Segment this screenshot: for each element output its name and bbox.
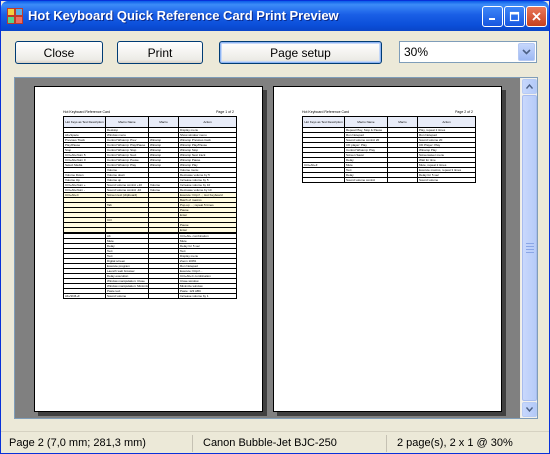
table-row: Alt+Shift+F Sound volume Increase volume b… bbox=[63, 293, 237, 299]
column-header: Hot Keys as Text Description bbox=[63, 116, 106, 128]
zoom-value: 30% bbox=[404, 45, 429, 59]
status-bar: Page 2 (7,0 mm; 281,3 mm) Canon Bubble-J… bbox=[1, 431, 549, 453]
page-header-left: Hot Keyboard Reference Card bbox=[302, 110, 350, 114]
chevron-up-icon bbox=[526, 84, 533, 89]
window-title: Hot Keyboard Quick Reference Card Print … bbox=[28, 8, 339, 23]
scroll-thumb[interactable] bbox=[522, 95, 537, 401]
column-header: Macro Name bbox=[105, 116, 149, 128]
page-header-left: Hot Keyboard Reference Card bbox=[63, 110, 111, 114]
vertical-scrollbar[interactable] bbox=[520, 78, 537, 418]
status-printer: Canon Bubble-Jet BJC-250 bbox=[197, 435, 387, 452]
preview-area[interactable]: Hot Keyboard Reference Card Page 1 of 2 … bbox=[14, 77, 538, 419]
close-window-button[interactable] bbox=[526, 6, 547, 27]
maximize-icon bbox=[509, 11, 520, 22]
close-button[interactable]: Close bbox=[15, 41, 103, 64]
minimize-button[interactable] bbox=[482, 6, 503, 27]
title-bar[interactable]: Hot Keyboard Quick Reference Card Print … bbox=[1, 1, 549, 31]
page-setup-button[interactable]: Page setup bbox=[219, 41, 382, 64]
thumb-grip bbox=[526, 243, 534, 244]
column-header: Macro bbox=[387, 116, 418, 128]
chevron-down-icon bbox=[526, 407, 533, 412]
print-preview-window: Hot Keyboard Quick Reference Card Print … bbox=[0, 0, 550, 454]
keyboard-app-icon bbox=[7, 8, 23, 24]
chevron-down-icon bbox=[522, 49, 531, 55]
page-header-right: Page 1 of 2 bbox=[216, 110, 234, 114]
column-header: Macro Name bbox=[344, 116, 388, 128]
minimize-icon bbox=[489, 18, 495, 20]
status-pages: 2 page(s), 2 x 1 @ 30% bbox=[397, 437, 513, 449]
zoom-select[interactable]: 30% bbox=[399, 41, 537, 63]
table-cell bbox=[302, 177, 345, 183]
scroll-up-button[interactable] bbox=[522, 79, 537, 94]
shortcut-table: Hot Keys as Text Description Macro Name … bbox=[302, 116, 476, 183]
preview-page-2[interactable]: Hot Keyboard Reference Card Page 2 of 2 … bbox=[273, 86, 502, 412]
scroll-down-button[interactable] bbox=[522, 402, 537, 417]
table-cell: Sound volume bbox=[105, 293, 149, 299]
toolbar: Close Print Page setup 30% bbox=[1, 31, 549, 73]
thumb-grip bbox=[526, 246, 534, 247]
shortcut-table: Hot Keys as Text Description Macro Name … bbox=[63, 116, 237, 299]
table-cell: Alt+Shift+F bbox=[63, 293, 106, 299]
maximize-button[interactable] bbox=[504, 6, 525, 27]
print-button[interactable]: Print bbox=[117, 41, 203, 64]
table-cell: Increase volume by 1 bbox=[178, 293, 237, 299]
column-header: Action bbox=[178, 116, 237, 128]
table-cell: Repeat Play, Stop & Pause bbox=[344, 127, 388, 133]
table-cell bbox=[387, 177, 418, 183]
thumb-grip bbox=[526, 249, 534, 250]
zoom-dropdown-button[interactable] bbox=[518, 43, 535, 61]
table-cell bbox=[148, 293, 179, 299]
preview-page-1[interactable]: Hot Keyboard Reference Card Page 1 of 2 … bbox=[34, 86, 263, 412]
table-row: Sound volume control Sound volume bbox=[302, 177, 476, 183]
column-header: Action bbox=[417, 116, 476, 128]
table-cell: Window manipulation: Close bbox=[105, 278, 149, 284]
status-position: Page 2 (7,0 mm; 281,3 mm) bbox=[3, 435, 193, 452]
close-icon bbox=[532, 12, 541, 21]
table-cell: Sound volume bbox=[417, 177, 476, 183]
column-header: Macro bbox=[148, 116, 179, 128]
table-cell: Window manipulation: Minimize bbox=[105, 283, 149, 289]
column-header: Hot Keys as Text Description bbox=[302, 116, 345, 128]
thumb-grip bbox=[526, 252, 534, 253]
page-header-right: Page 2 of 2 bbox=[455, 110, 473, 114]
table-cell: Control Winamp: Play/Pause bbox=[105, 142, 149, 148]
table-cell: Sound volume control bbox=[344, 177, 388, 183]
